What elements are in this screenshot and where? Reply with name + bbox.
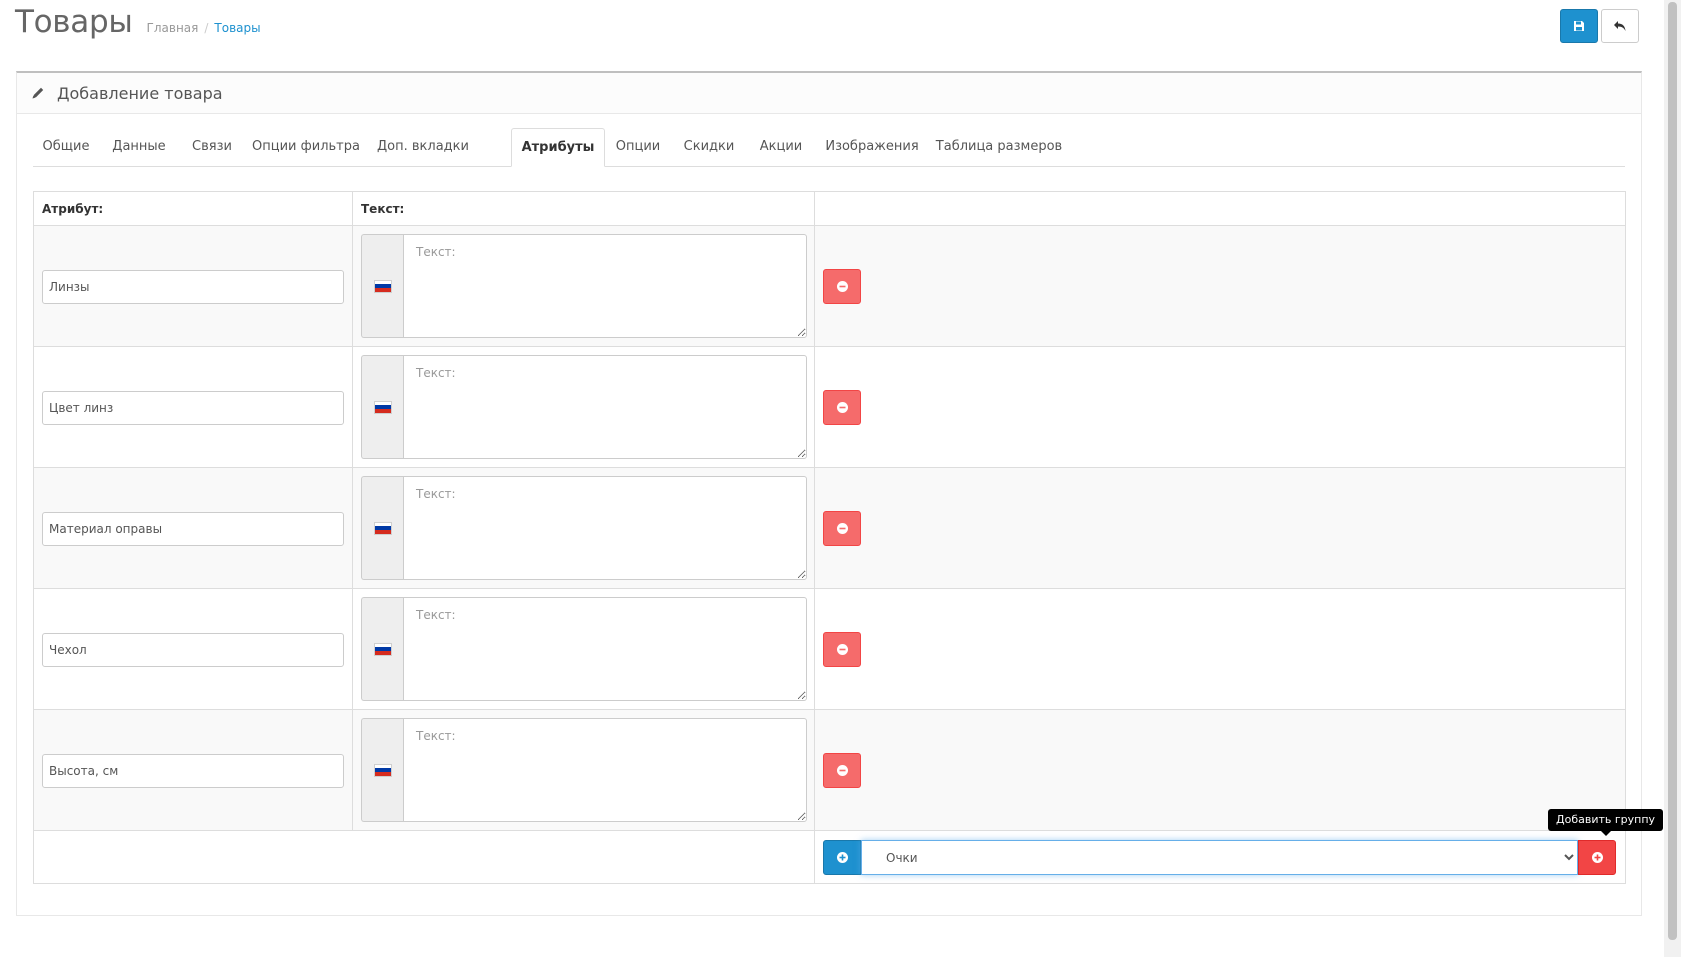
table-footer-row: Очки [33, 830, 1626, 884]
tab-attributes[interactable]: Атрибуты [511, 128, 605, 167]
minus-circle-icon [836, 644, 848, 655]
plus-circle-icon [1591, 852, 1603, 863]
attribute-text-field[interactable] [403, 718, 807, 822]
minus-circle-icon [836, 523, 848, 534]
language-addon [361, 234, 403, 338]
page-title: Товары [15, 4, 133, 40]
tab-options[interactable]: Опции [605, 128, 671, 166]
attribute-group-select[interactable]: Очки [861, 840, 1578, 875]
column-header-text: Текст: [352, 191, 815, 226]
language-addon [361, 355, 403, 459]
tab-links[interactable]: Связи [179, 128, 245, 166]
language-addon [361, 597, 403, 701]
tab-specials[interactable]: Акции [747, 128, 815, 166]
remove-attribute-button[interactable] [823, 269, 861, 304]
attribute-name-input[interactable] [42, 512, 344, 546]
breadcrumb-home[interactable]: Главная [147, 21, 199, 35]
table-row [33, 588, 1626, 710]
add-group-button[interactable] [1578, 840, 1616, 875]
tab-extra-tabs[interactable]: Доп. вкладки [367, 128, 479, 166]
minus-circle-icon [836, 765, 848, 776]
remove-attribute-button[interactable] [823, 390, 861, 425]
attribute-text-field[interactable] [403, 355, 807, 459]
save-button[interactable] [1560, 9, 1598, 43]
tab-size-table[interactable]: Таблица размеров [929, 128, 1069, 166]
attribute-text-field[interactable] [403, 234, 807, 338]
tab-bar: Общие Данные Связи Опции фильтра Доп. вк… [33, 128, 1625, 167]
plus-circle-icon [836, 852, 848, 863]
remove-attribute-button[interactable] [823, 511, 861, 546]
language-addon [361, 476, 403, 580]
panel-title: Добавление товара [57, 83, 223, 103]
tab-general[interactable]: Общие [33, 128, 99, 166]
reply-icon [1614, 21, 1626, 31]
language-addon [361, 718, 403, 822]
table-row [33, 709, 1626, 831]
remove-attribute-button[interactable] [823, 632, 861, 667]
remove-attribute-button[interactable] [823, 753, 861, 788]
page-header: Товары Главная / Товары [15, 4, 261, 54]
attribute-name-input[interactable] [42, 633, 344, 667]
ru-flag-icon [374, 764, 391, 776]
text-input-group [361, 718, 807, 822]
attributes-table: Атрибут: Текст: Линзы Текст: Цвет линз Т… [33, 191, 1626, 884]
breadcrumb: Главная / Товары [147, 21, 261, 35]
scrollbar-thumb[interactable] [1668, 2, 1677, 940]
pencil-icon [32, 87, 44, 99]
product-panel: Добавление товара Общие Данные Связи Опц… [16, 71, 1642, 916]
attribute-name-input[interactable] [42, 754, 344, 788]
tab-discounts[interactable]: Скидки [671, 128, 747, 166]
minus-circle-icon [836, 281, 848, 292]
save-icon [1574, 21, 1584, 31]
attribute-name-input[interactable] [42, 270, 344, 304]
column-header-actions [814, 191, 1626, 226]
add-attribute-button[interactable] [823, 840, 861, 875]
ru-flag-icon [374, 401, 391, 413]
tab-data[interactable]: Данные [99, 128, 179, 166]
column-header-attribute: Атрибут: [33, 191, 353, 226]
minus-circle-icon [836, 402, 848, 413]
text-input-group [361, 597, 807, 701]
text-input-group [361, 355, 807, 459]
ru-flag-icon [374, 522, 391, 534]
table-header-row: Атрибут: Текст: [33, 191, 1626, 226]
table-row [33, 467, 1626, 589]
breadcrumb-products[interactable]: Товары [214, 21, 260, 35]
panel-heading: Добавление товара [17, 73, 1641, 114]
tab-filter-options[interactable]: Опции фильтра [245, 128, 367, 166]
attribute-name-input[interactable] [42, 391, 344, 425]
add-group-tooltip: Добавить группу [1548, 809, 1664, 836]
scrollbar[interactable] [1664, 0, 1681, 957]
tab-images[interactable]: Изображения [815, 128, 929, 166]
attribute-text-field[interactable] [403, 597, 807, 701]
text-input-group [361, 234, 807, 338]
ru-flag-icon [374, 280, 391, 292]
attribute-text-field[interactable] [403, 476, 807, 580]
breadcrumb-separator: / [204, 21, 209, 35]
text-input-group [361, 476, 807, 580]
back-button[interactable] [1601, 9, 1639, 43]
table-row [33, 346, 1626, 468]
table-row [33, 225, 1626, 347]
ru-flag-icon [374, 643, 391, 655]
